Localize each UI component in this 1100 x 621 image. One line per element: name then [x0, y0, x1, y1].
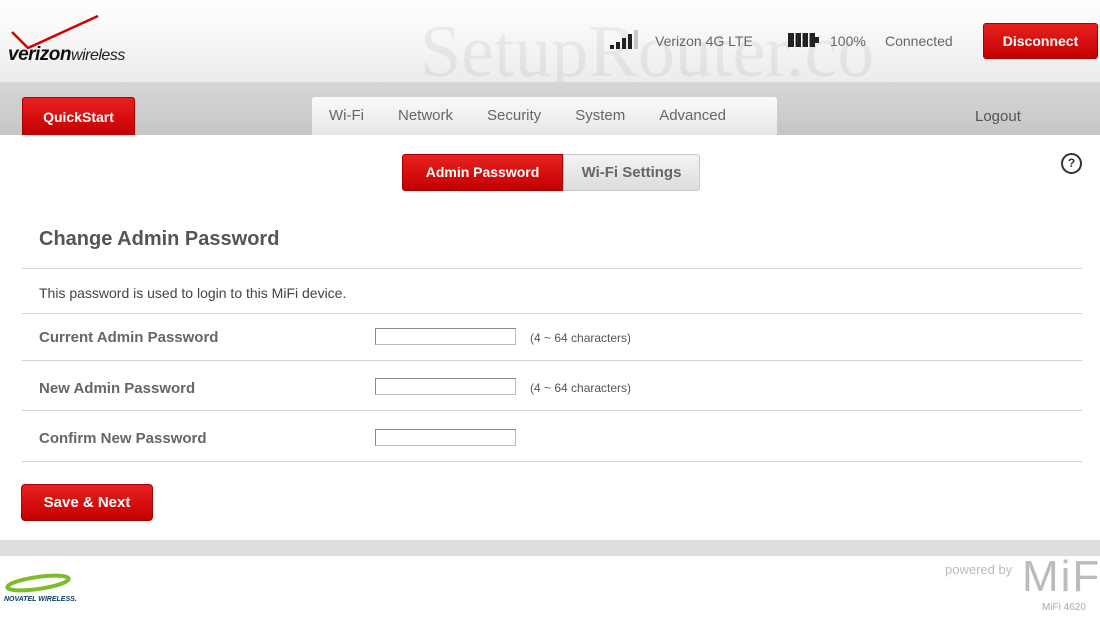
novatel-logo: NOVATEL WIRELESS. — [4, 596, 77, 603]
save-next-button[interactable]: Save & Next — [21, 484, 153, 521]
subtab-admin-password[interactable]: Admin Password — [402, 154, 563, 191]
divider — [22, 313, 1082, 314]
subtab-wifi-settings[interactable]: Wi-Fi Settings — [563, 154, 700, 191]
network-name: Verizon 4G LTE — [655, 33, 753, 49]
logout-link[interactable]: Logout — [975, 108, 1021, 125]
tab-wifi[interactable]: Wi-Fi — [312, 97, 381, 135]
confirm-password-label: Confirm New Password — [39, 430, 207, 447]
new-password-label: New Admin Password — [39, 380, 196, 397]
new-password-input[interactable] — [375, 378, 516, 395]
divider — [22, 268, 1082, 269]
divider — [22, 461, 1082, 462]
tab-network[interactable]: Network — [381, 97, 470, 135]
confirm-password-input[interactable] — [375, 429, 516, 446]
current-password-label: Current Admin Password — [39, 329, 219, 346]
verizon-logo: verizonwireless — [8, 44, 125, 66]
new-password-hint: (4 ~ 64 characters) — [530, 381, 632, 395]
current-password-input[interactable] — [375, 328, 516, 345]
connection-status: Connected — [885, 33, 953, 49]
logo-brand: verizon — [8, 44, 72, 65]
tab-system[interactable]: System — [558, 97, 642, 135]
quickstart-tab[interactable]: QuickStart — [22, 97, 135, 135]
tab-advanced[interactable]: Advanced — [642, 97, 743, 135]
footer-band — [0, 540, 1100, 556]
main-tabs: Wi-Fi Network Security System Advanced — [312, 97, 777, 135]
battery-icon — [788, 33, 819, 47]
tab-security[interactable]: Security — [470, 97, 558, 135]
disconnect-button[interactable]: Disconnect — [983, 23, 1098, 59]
battery-level: 100% — [830, 33, 866, 49]
signal-strength-icon — [610, 30, 638, 49]
help-icon[interactable]: ? — [1061, 153, 1082, 174]
divider — [22, 360, 1082, 361]
page-title: Change Admin Password — [39, 228, 280, 250]
powered-by-label: powered by — [945, 562, 1013, 577]
mifi-logo: MiFi — [1022, 552, 1100, 601]
model-label: MiFi 4620 — [1042, 602, 1086, 613]
form-description: This password is used to login to this M… — [39, 285, 347, 301]
novatel-logo-icon — [5, 573, 71, 593]
logo-brand-sub: wireless — [71, 47, 125, 64]
current-password-hint: (4 ~ 64 characters) — [530, 331, 632, 345]
divider — [22, 410, 1082, 411]
